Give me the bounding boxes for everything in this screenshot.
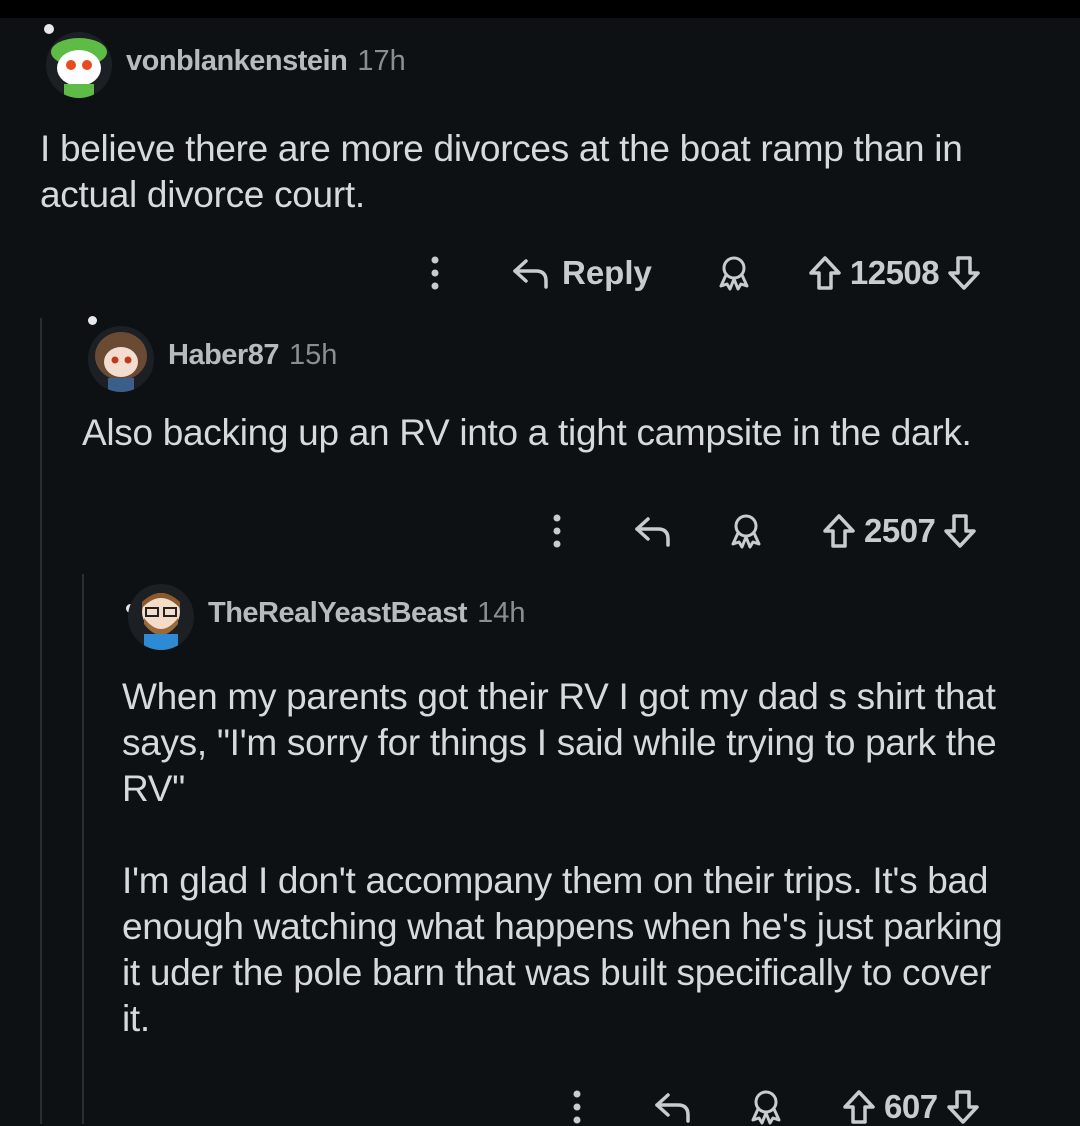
comment-header: Haber87 15h [82, 316, 1062, 394]
comment-3: TheRealYeastBeast 14h When my parents go… [122, 574, 1022, 1042]
comment-text: I believe there are more divorces at the… [40, 128, 963, 215]
vote-score: 607 [884, 1088, 938, 1125]
award-icon [719, 256, 749, 291]
award-button[interactable] [728, 513, 764, 549]
comment-body: I believe there are more divorces at the… [40, 126, 1050, 218]
timestamp: 15h [288, 338, 338, 371]
comment-text: Also backing up an RV into a tight camps… [82, 412, 972, 453]
avatar[interactable] [40, 22, 118, 100]
comment-body: Also backing up an RV into a tight camps… [82, 410, 1062, 456]
comment-1: vonblankenstein 17h I believe there are … [40, 22, 1050, 218]
username[interactable]: TheRealYeastBeast [208, 597, 468, 630]
comment-header: vonblankenstein 17h [40, 22, 1050, 100]
avatar[interactable] [122, 574, 200, 652]
comment-paragraph: I'm glad I don't accompany them on their… [122, 860, 1003, 1039]
reply-arrow-icon [513, 259, 548, 289]
username[interactable]: Haber87 [168, 339, 279, 372]
reply-button[interactable]: Reply [512, 254, 652, 292]
username[interactable]: vonblankenstein [126, 45, 348, 78]
vote-controls: 12508 [808, 254, 981, 292]
thread-line-level-1[interactable] [40, 318, 42, 1124]
upvote-arrow-icon[interactable] [822, 513, 856, 549]
award-icon [731, 514, 761, 549]
award-icon [751, 1090, 781, 1125]
reply-label: Reply [562, 254, 652, 291]
upvote-arrow-icon[interactable] [842, 1089, 876, 1125]
comment-paragraph: When my parents got their RV I got my da… [122, 676, 997, 809]
more-options-button[interactable] [542, 514, 572, 548]
status-bar [0, 0, 1080, 18]
comment-actions: Reply 12508 [420, 254, 981, 292]
comment-2: Haber87 15h Also backing up an RV into a… [82, 316, 1062, 456]
more-options-button[interactable] [420, 256, 450, 290]
downvote-arrow-icon[interactable] [946, 1089, 980, 1125]
avatar[interactable] [82, 316, 160, 394]
more-vertical-icon [431, 256, 439, 290]
comment-actions: 607 [562, 1088, 980, 1126]
upvote-arrow-icon[interactable] [808, 255, 842, 291]
reply-button[interactable] [634, 515, 672, 547]
vote-score: 12508 [849, 254, 940, 291]
reply-arrow-icon [655, 1093, 690, 1123]
vote-controls: 607 [842, 1088, 980, 1126]
timestamp: 14h [477, 596, 526, 629]
comment-actions: 2507 [542, 512, 977, 550]
downvote-arrow-icon[interactable] [943, 513, 977, 549]
downvote-arrow-icon[interactable] [947, 255, 981, 291]
more-vertical-icon [573, 1090, 581, 1124]
reply-arrow-icon [635, 517, 670, 547]
reply-button[interactable] [654, 1091, 692, 1123]
timestamp: 17h [357, 44, 406, 77]
award-button[interactable] [748, 1089, 784, 1125]
thread-line-level-2[interactable] [82, 574, 84, 1124]
comment-body: When my parents got their RV I got my da… [122, 674, 1022, 1042]
vote-controls: 2507 [822, 512, 977, 550]
more-vertical-icon [553, 514, 561, 548]
award-button[interactable] [716, 255, 752, 291]
more-options-button[interactable] [562, 1090, 592, 1124]
comment-header: TheRealYeastBeast 14h [122, 574, 1022, 652]
vote-score: 2507 [864, 512, 936, 549]
